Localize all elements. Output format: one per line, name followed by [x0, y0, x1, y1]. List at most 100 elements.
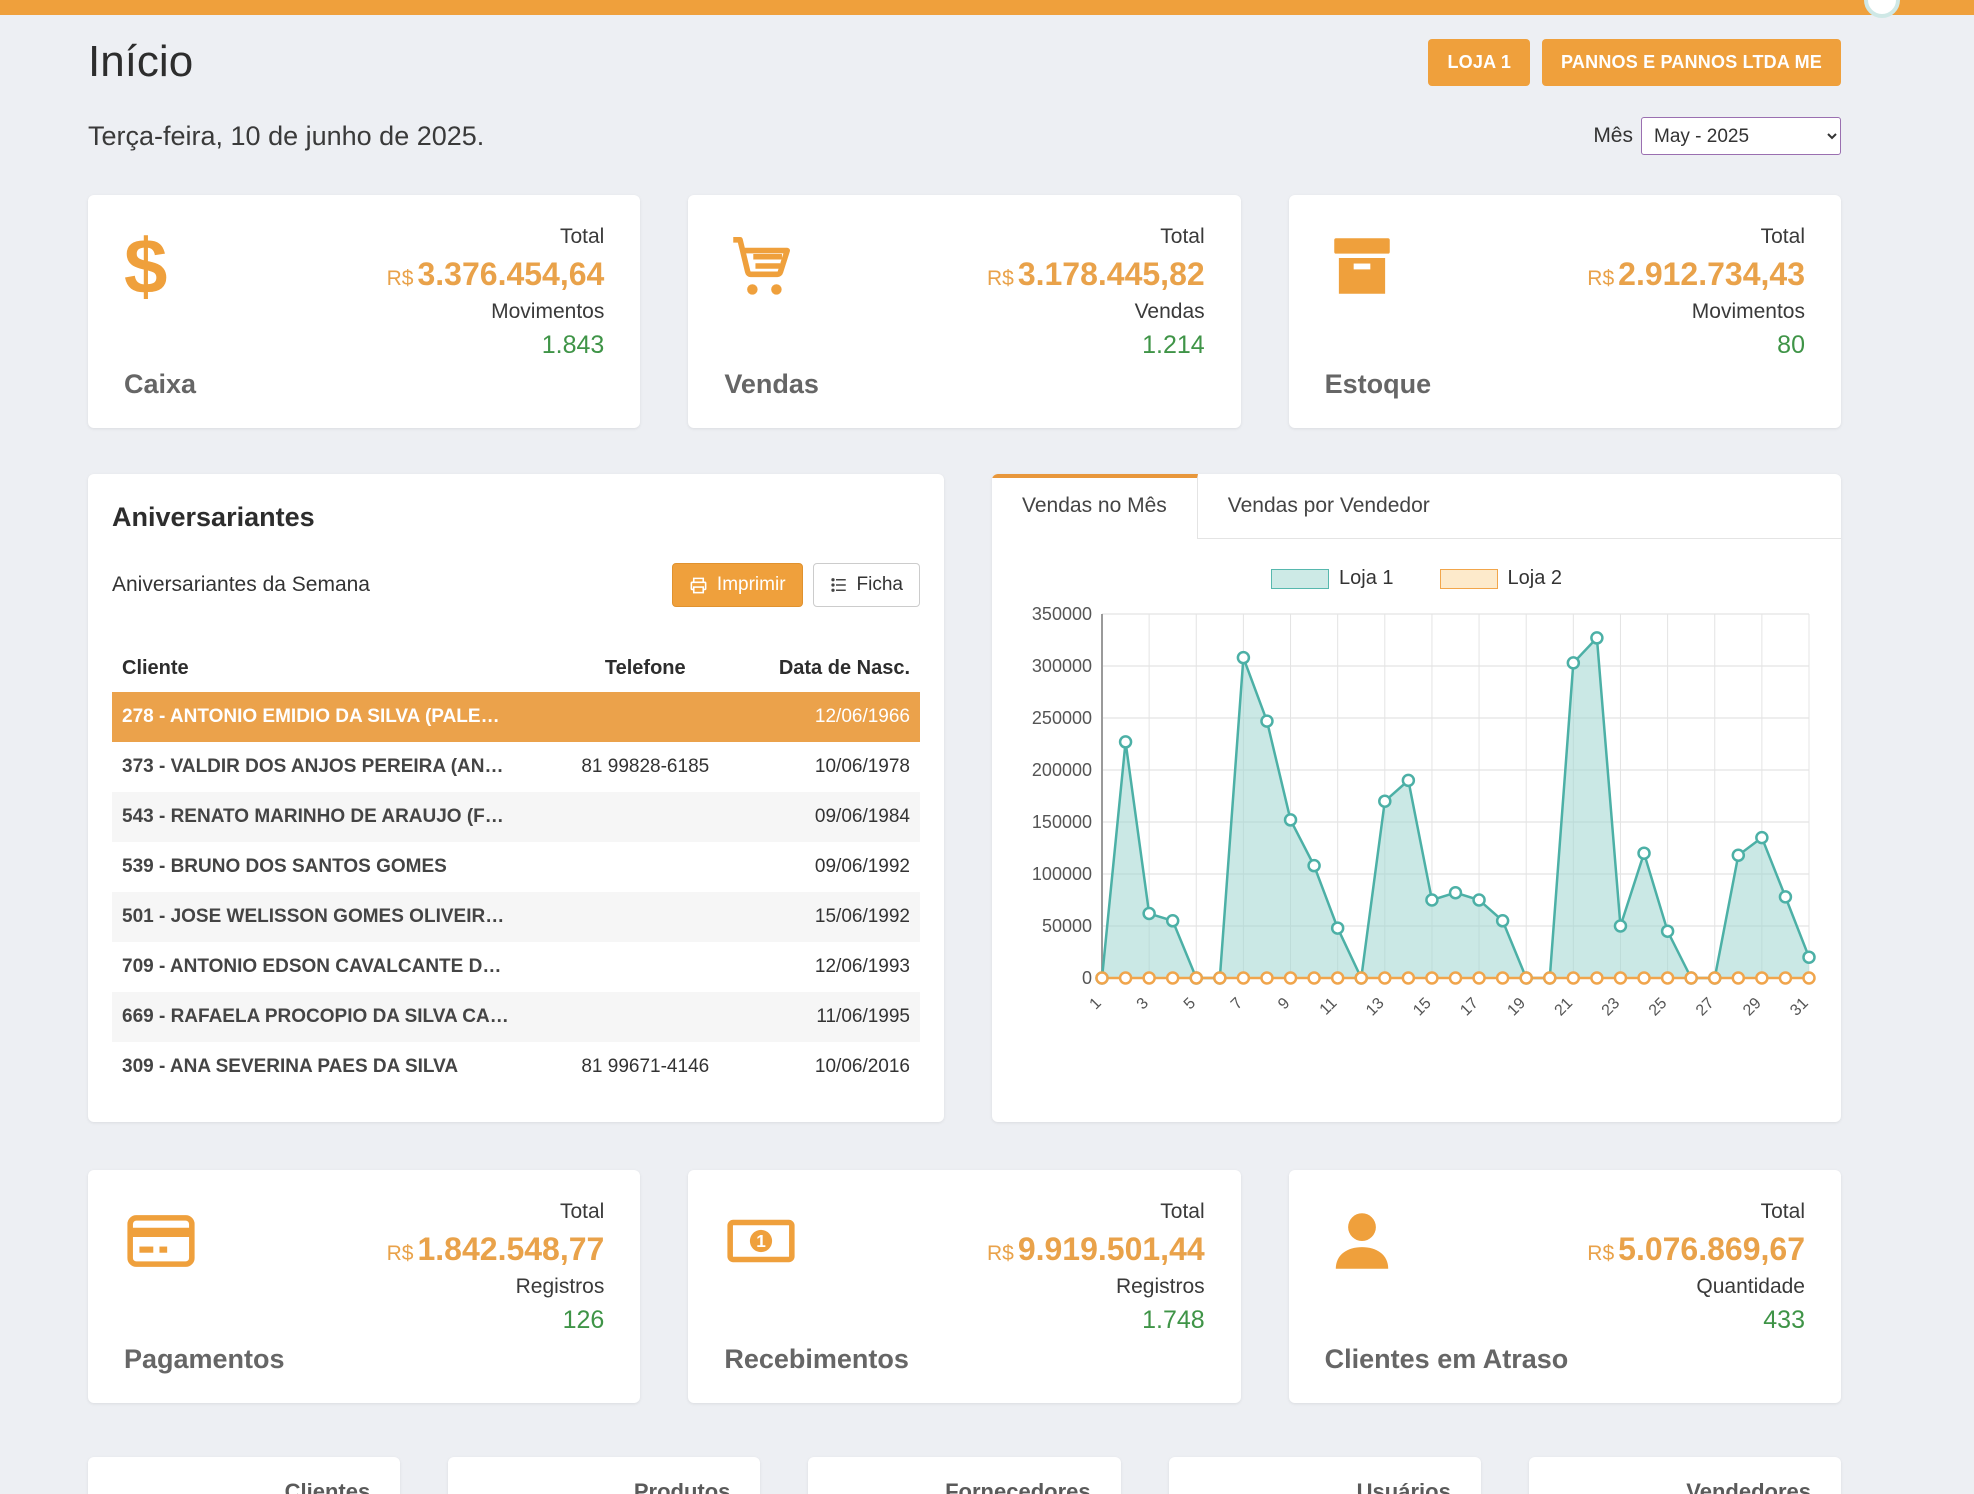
svg-text:7: 7 [1228, 995, 1246, 1013]
svg-text:23: 23 [1599, 995, 1624, 1020]
table-row[interactable]: 373 - VALDIR DOS ANJOS PEREIRA (AN…81 99… [112, 742, 920, 792]
total-value: R$1.842.548,77 [387, 1231, 605, 1268]
svg-text:21: 21 [1552, 995, 1577, 1020]
chart-tabs: Vendas no Mês Vendas por Vendedor [992, 474, 1841, 539]
dashboard-page: Início LOJA 1 PANNOS E PANNOS LTDA ME Te… [0, 15, 1974, 1494]
column-header-cliente: Cliente [112, 645, 548, 692]
total-value: R$3.178.445,82 [987, 256, 1205, 293]
topbar [0, 0, 1974, 15]
table-cell-phone [548, 792, 742, 842]
mid-row: Aniversariantes Aniversariantes da Seman… [88, 474, 1841, 1122]
month-select[interactable]: May - 2025 [1641, 117, 1841, 155]
table-cell-client: 373 - VALDIR DOS ANJOS PEREIRA (AN… [112, 742, 548, 792]
mini-card-fornecedores: Fornecedores [808, 1457, 1120, 1494]
total-label: Total [1160, 1200, 1204, 1224]
svg-text:50000: 50000 [1042, 916, 1092, 936]
legend-label-loja2: Loja 2 [1508, 567, 1563, 590]
person-icon [1325, 1200, 1405, 1282]
count-value: 1.214 [1142, 331, 1205, 360]
svg-text:19: 19 [1504, 995, 1529, 1020]
date-row: Terça-feira, 10 de junho de 2025. Mês Ma… [88, 117, 1841, 155]
svg-text:25: 25 [1646, 995, 1671, 1020]
count-value: 126 [563, 1306, 605, 1335]
printer-icon [689, 576, 708, 595]
mini-cards-row: Clientes Produtos Fornecedores Usuários … [88, 1457, 1841, 1494]
ficha-button[interactable]: Ficha [813, 563, 920, 607]
count-label: Registros [516, 1275, 605, 1299]
svg-text:5: 5 [1181, 995, 1199, 1013]
table-cell-phone [548, 942, 742, 992]
month-label: Mês [1593, 124, 1633, 148]
mini-card-label: Fornecedores [945, 1479, 1091, 1494]
aniversariantes-card: Aniversariantes Aniversariantes da Seman… [88, 474, 944, 1122]
total-value: R$5.076.869,67 [1587, 1231, 1805, 1268]
table-cell-dob: 10/06/1978 [742, 742, 920, 792]
company-button[interactable]: PANNOS E PANNOS LTDA ME [1542, 39, 1841, 86]
table-row[interactable]: 501 - JOSE WELISSON GOMES OLIVEIR…15/06/… [112, 892, 920, 942]
stat-title: Pagamentos [124, 1344, 285, 1375]
svg-text:1: 1 [1087, 995, 1105, 1013]
stat-card-vendas: Vendas Total R$3.178.445,82 Vendas 1.214 [688, 195, 1240, 428]
table-cell-client: 709 - ANTONIO EDSON CAVALCANTE D… [112, 942, 548, 992]
column-header-data-nasc: Data de Nasc. [742, 645, 920, 692]
svg-text:0: 0 [1082, 968, 1092, 988]
stat-title: Recebimentos [724, 1344, 909, 1375]
tab-vendas-no-mes[interactable]: Vendas no Mês [992, 474, 1198, 539]
mini-card-vendedores: Vendedores [1529, 1457, 1841, 1494]
svg-text:250000: 250000 [1032, 708, 1092, 728]
stat-card-estoque: Estoque Total R$2.912.734,43 Movimentos … [1289, 195, 1841, 428]
table-cell-client: 278 - ANTONIO EMIDIO DA SILVA (PALE… [112, 692, 548, 742]
stat-title: Clientes em Atraso [1325, 1344, 1569, 1375]
table-cell-phone [548, 992, 742, 1042]
dollar-icon: $ [124, 225, 204, 307]
mini-card-usuarios: Usuários [1169, 1457, 1481, 1494]
box-icon [1325, 225, 1405, 307]
sales-area-chart: 0500001000001500002000002500003000003500… [1012, 602, 1821, 1052]
table-header-row: Cliente Telefone Data de Nasc. [112, 645, 920, 692]
table-cell-phone [548, 692, 742, 742]
stat-title: Caixa [124, 369, 204, 400]
store-button[interactable]: LOJA 1 [1428, 39, 1530, 86]
count-value: 1.843 [542, 331, 605, 360]
svg-text:29: 29 [1740, 995, 1765, 1020]
total-label: Total [560, 225, 604, 249]
table-cell-client: 539 - BRUNO DOS SANTOS GOMES [112, 842, 548, 892]
svg-text:9: 9 [1275, 995, 1293, 1013]
table-row[interactable]: 709 - ANTONIO EDSON CAVALCANTE D… 12/06/1… [112, 942, 920, 992]
chart-body: Loja 1 Loja 2 05000010000015000020000025… [992, 539, 1841, 1060]
table-cell-dob: 12/06/1966 [742, 692, 920, 742]
imprimir-button[interactable]: Imprimir [672, 563, 803, 607]
loja1-swatch-icon [1271, 569, 1329, 589]
credit-card-icon [124, 1200, 204, 1282]
svg-text:150000: 150000 [1032, 812, 1092, 832]
table-row[interactable]: 539 - BRUNO DOS SANTOS GOMES 09/06/1992 [112, 842, 920, 892]
table-cell-dob: 09/06/1992 [742, 842, 920, 892]
table-row[interactable]: 669 - RAFAELA PROCOPIO DA SILVA CA…11/06… [112, 992, 920, 1042]
svg-text:11: 11 [1317, 995, 1341, 1019]
column-header-telefone: Telefone [548, 645, 742, 692]
table-cell-dob: 12/06/1993 [742, 942, 920, 992]
count-label: Movimentos [491, 300, 604, 324]
table-cell-phone [548, 842, 742, 892]
mini-card-label: Produtos [634, 1479, 731, 1494]
stat-card-pagamentos: Pagamentos Total R$1.842.548,77 Registro… [88, 1170, 640, 1403]
mini-card-produtos: Produtos [448, 1457, 760, 1494]
total-value: R$3.376.454,64 [387, 256, 605, 293]
legend-label-loja1: Loja 1 [1339, 567, 1394, 590]
svg-text:100000: 100000 [1032, 864, 1092, 884]
table-row[interactable]: 309 - ANA SEVERINA PAES DA SILVA81 99671… [112, 1042, 920, 1092]
mini-card-label: Usuários [1357, 1479, 1451, 1494]
table-row[interactable]: 543 - RENATO MARINHO DE ARAUJO (F…09/06/… [112, 792, 920, 842]
count-label: Quantidade [1696, 1275, 1805, 1299]
svg-text:3: 3 [1134, 995, 1152, 1013]
bottom-stats-row: Pagamentos Total R$1.842.548,77 Registro… [88, 1170, 1841, 1403]
table-cell-client: 309 - ANA SEVERINA PAES DA SILVA [112, 1042, 548, 1092]
table-row[interactable]: 278 - ANTONIO EMIDIO DA SILVA (PALE… 12/0… [112, 692, 920, 742]
count-label: Movimentos [1692, 300, 1805, 324]
mini-card-label: Vendedores [1686, 1479, 1811, 1494]
header-row: Início LOJA 1 PANNOS E PANNOS LTDA ME [88, 37, 1841, 87]
birthdays-tbody: 278 - ANTONIO EMIDIO DA SILVA (PALE… 12/0… [112, 692, 920, 1092]
svg-text:350000: 350000 [1032, 604, 1092, 624]
tab-vendas-por-vendedor[interactable]: Vendas por Vendedor [1198, 474, 1460, 538]
svg-text:300000: 300000 [1032, 656, 1092, 676]
